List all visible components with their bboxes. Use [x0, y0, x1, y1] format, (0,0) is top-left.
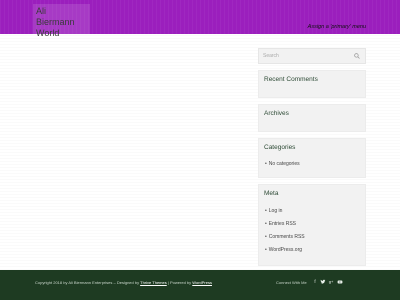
bullet-icon: •	[265, 221, 267, 227]
site-header: Ali Biermann World Assign a 'primary' me…	[0, 0, 400, 38]
facebook-icon[interactable]: f	[312, 279, 318, 285]
meta-link-comments-rss[interactable]: • Comments RSS	[265, 234, 305, 240]
bullet-icon: •	[265, 247, 267, 253]
widget-title: Categories	[264, 144, 296, 151]
youtube-icon[interactable]	[337, 279, 343, 285]
designer-link[interactable]: Thrive Themes	[140, 280, 167, 285]
search-form	[258, 48, 366, 64]
search-icon[interactable]	[354, 53, 360, 59]
widget-categories: Categories • No categories	[258, 138, 366, 178]
meta-link-entries-rss[interactable]: • Entries RSS	[265, 221, 296, 227]
bullet-icon: •	[265, 161, 267, 167]
bullet-icon: •	[265, 234, 267, 240]
meta-link-wordpress-org[interactable]: • WordPress.org	[265, 247, 302, 253]
meta-link-label: Comments RSS	[268, 234, 305, 240]
primary-menu-notice: Assign a 'primary' menu	[307, 24, 366, 30]
connect-label: Connect With Me	[276, 280, 307, 285]
meta-link-label: WordPress.org	[268, 247, 303, 253]
widget-archives: Archives	[258, 104, 366, 132]
meta-link-label: Log in	[268, 208, 283, 214]
list-item: • No categories	[265, 161, 300, 167]
meta-link-log-in[interactable]: • Log in	[265, 208, 282, 214]
site-title-link[interactable]: Ali Biermann World	[33, 4, 90, 38]
wordpress-link[interactable]: WordPress	[192, 280, 212, 285]
copyright-text: Copyright 2018 by Ali Biermann Enterpris…	[35, 280, 113, 285]
twitter-icon[interactable]	[320, 279, 326, 285]
google-plus-icon[interactable]: g+	[328, 279, 334, 285]
meta-link-label: Entries RSS	[268, 221, 296, 227]
widget-recent-comments: Recent Comments	[258, 70, 366, 98]
widget-title: Recent Comments	[264, 76, 318, 83]
designed-by-text: – Designed by	[113, 280, 140, 285]
widget-title: Meta	[264, 190, 279, 197]
category-item-label: No categories	[268, 161, 300, 167]
bullet-icon: •	[265, 208, 267, 214]
footer-copyright: Copyright 2018 by Ali Biermann Enterpris…	[35, 280, 212, 285]
widget-title: Archives	[264, 110, 289, 117]
widget-meta: Meta • Log in • Entries RSS • Comments RSS …	[258, 184, 366, 266]
powered-by-text: | Powered by	[167, 280, 192, 285]
search-input[interactable]	[261, 51, 355, 61]
site-footer: Copyright 2018 by Ali Biermann Enterpris…	[0, 270, 400, 300]
